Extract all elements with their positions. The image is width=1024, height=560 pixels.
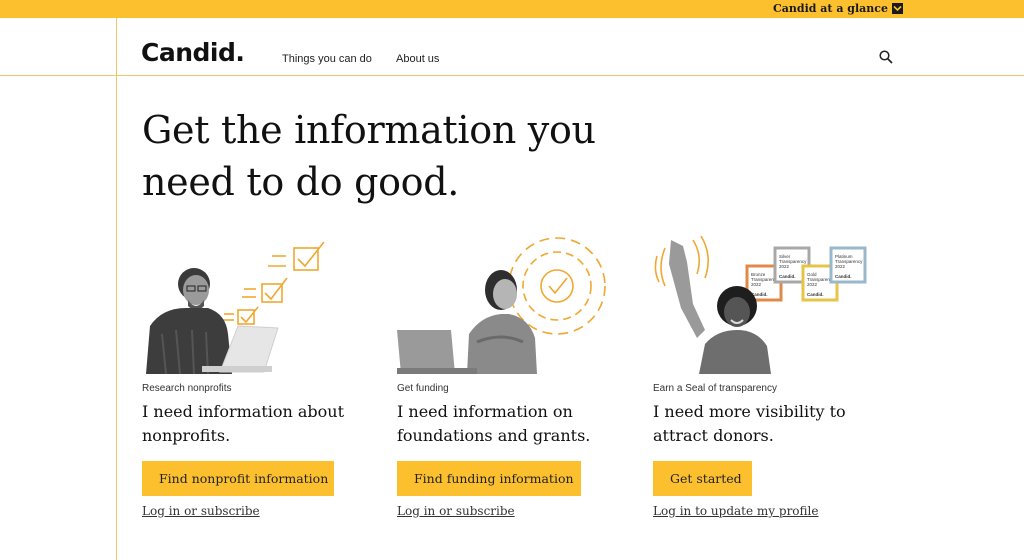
card-lead: I need more visibility to attract donors… xyxy=(653,402,846,445)
card-earn-seal: Earn a Seal of transparency I need more … xyxy=(653,383,883,518)
candid-at-a-glance-toggle[interactable]: Candid at a glance xyxy=(773,2,903,15)
svg-text:2022: 2022 xyxy=(779,264,790,269)
log-in-or-subscribe-link[interactable]: Log in or subscribe xyxy=(397,504,515,518)
glance-label: Candid at a glance xyxy=(773,2,888,15)
seal-brand-platinum: Candid. xyxy=(835,274,852,279)
log-in-to-update-profile-link[interactable]: Log in to update my profile xyxy=(653,504,818,518)
layout-guide-vertical xyxy=(116,18,117,560)
card-research-nonprofits: Research nonprofits I need information a… xyxy=(142,383,372,518)
card-kicker: Research nonprofits xyxy=(142,383,232,394)
get-started-button[interactable]: Get started xyxy=(653,461,752,496)
research-illustration xyxy=(142,234,372,375)
seal-brand-silver: Candid. xyxy=(779,274,796,279)
hero-line-1: Get the information you xyxy=(142,108,596,152)
hero-headline: Get the information you need to do good. xyxy=(142,104,596,208)
log-in-or-subscribe-link[interactable]: Log in or subscribe xyxy=(142,504,260,518)
card-lead: I need information on foundations and gr… xyxy=(397,402,591,445)
funding-illustration xyxy=(397,234,627,374)
search-icon[interactable] xyxy=(878,49,894,65)
header-divider xyxy=(0,75,1024,76)
find-nonprofit-information-button[interactable]: Find nonprofit information xyxy=(142,461,334,496)
svg-text:2022: 2022 xyxy=(751,282,762,287)
seal-brand-gold: Candid. xyxy=(807,292,824,297)
candid-logo[interactable]: Candid. xyxy=(141,38,245,67)
card-lead: I need information about nonprofits. xyxy=(142,402,345,445)
card-kicker: Get funding xyxy=(397,383,449,394)
chevron-down-icon xyxy=(892,3,903,14)
top-announcement-bar: Candid at a glance xyxy=(0,0,1024,18)
svg-text:2022: 2022 xyxy=(807,282,818,287)
find-funding-information-button[interactable]: Find funding information xyxy=(397,461,581,496)
card-get-funding: Get funding I need information on founda… xyxy=(397,383,627,518)
nav-things-you-can-do[interactable]: Things you can do xyxy=(282,53,372,65)
card-kicker: Earn a Seal of transparency xyxy=(653,383,777,394)
nav-about-us[interactable]: About us xyxy=(396,53,439,65)
svg-text:2022: 2022 xyxy=(835,264,846,269)
hero-line-2: need to do good. xyxy=(142,160,460,204)
transparency-illustration: Bronze Transparency 2022 Candid. Silver Tra… xyxy=(653,234,883,374)
